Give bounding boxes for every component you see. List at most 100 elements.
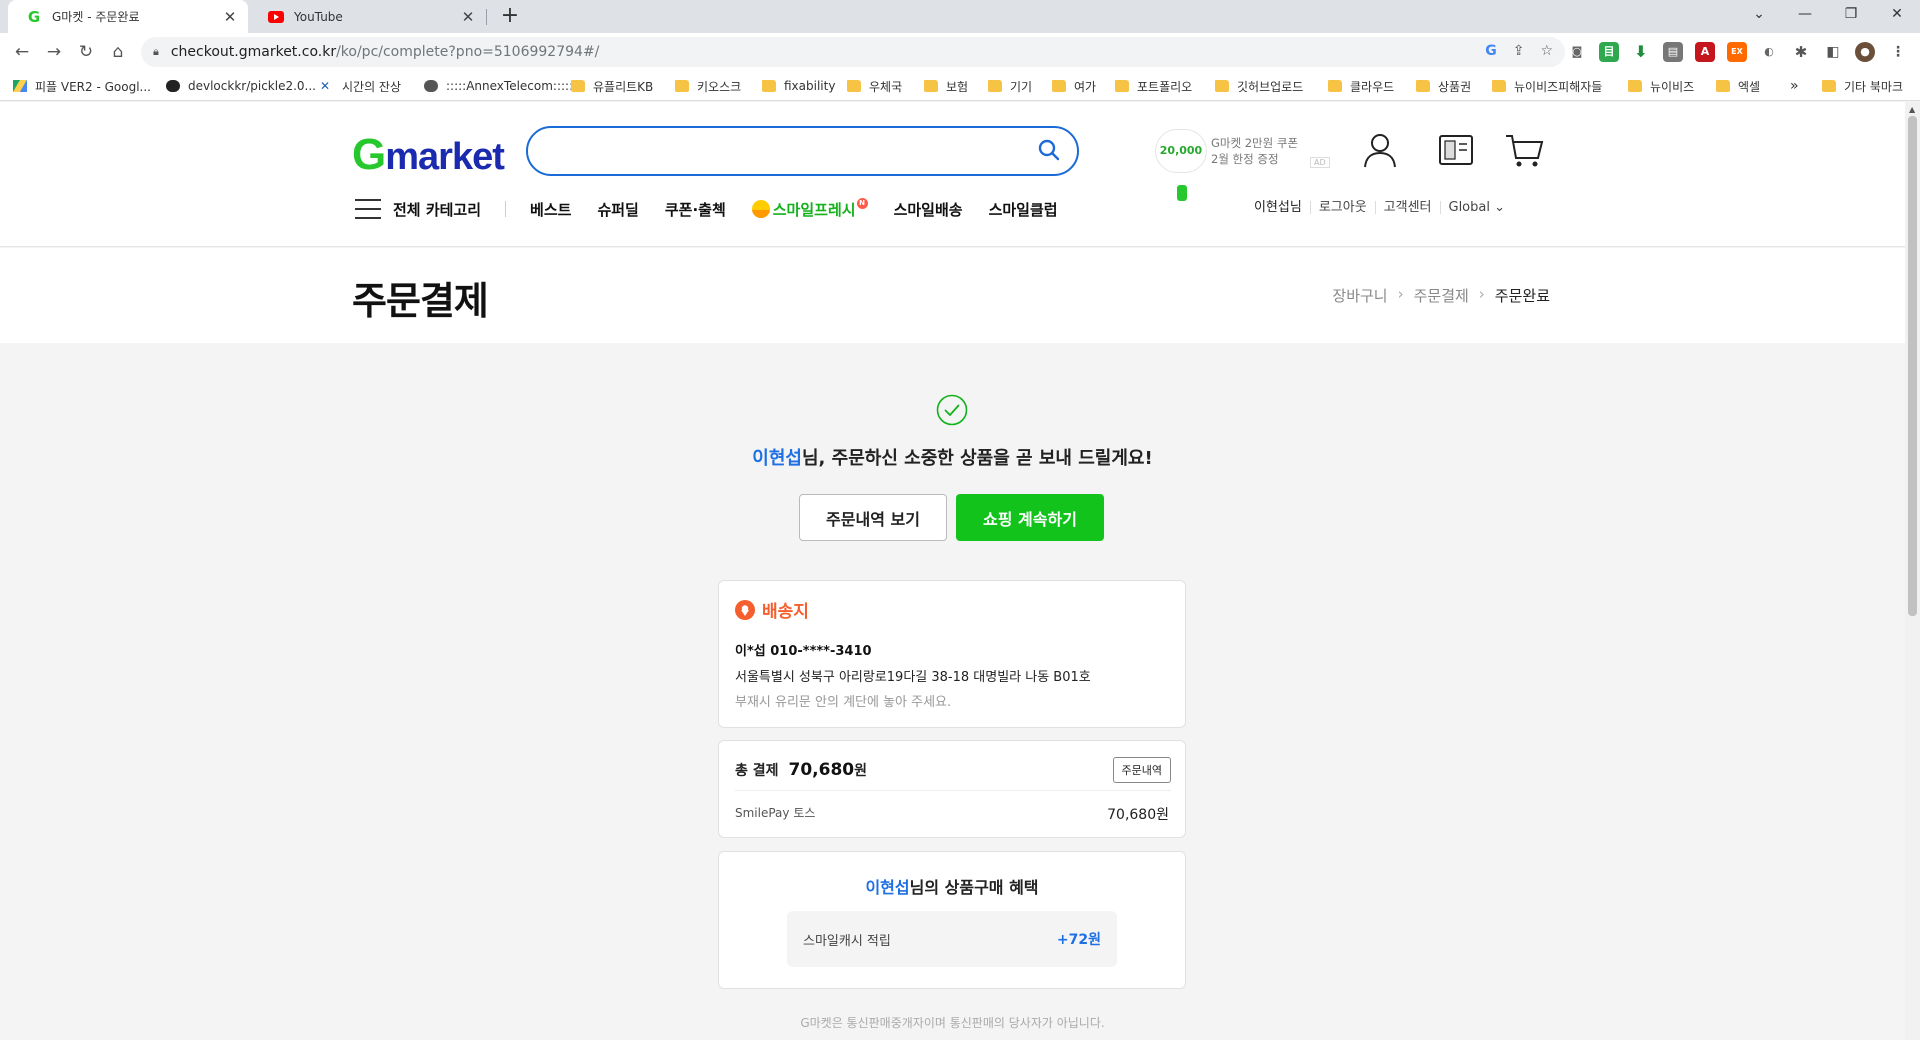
continue-shopping-button[interactable]: 쇼핑 계속하기 (956, 494, 1104, 541)
bookmark-item[interactable]: devlockkr/pickle2.0... (166, 77, 316, 95)
folder-icon (571, 80, 585, 92)
bookmark-folder[interactable]: fixability (762, 77, 835, 95)
camera-extension-icon[interactable]: ◙ (1567, 42, 1587, 62)
folder-icon (1052, 80, 1066, 92)
location-pin-icon (735, 599, 755, 620)
search-input[interactable] (526, 126, 1079, 176)
bookmark-item[interactable]: ✕ 시간의 잔상 (320, 77, 401, 95)
user-name-link[interactable]: 이현섭님 (1246, 201, 1310, 214)
search-icon[interactable] (1037, 138, 1061, 162)
cart-icon[interactable] (1504, 130, 1544, 170)
nav-best[interactable]: 베스트 (530, 199, 571, 220)
recipient-info: 이*섭 010-****-3410 (735, 644, 872, 659)
download-extension-icon[interactable]: ⬇ (1631, 42, 1651, 62)
folder-icon (1492, 80, 1506, 92)
profile-avatar-icon[interactable]: ● (1855, 42, 1875, 62)
reload-icon[interactable]: ↻ (72, 38, 100, 66)
back-arrow-icon[interactable]: ← (8, 38, 36, 66)
circle-extension-icon[interactable]: ◐ (1759, 42, 1779, 62)
bookmark-item[interactable]: 피플 VER2 - Googl... (13, 77, 151, 95)
lock-icon: 🔒︎ (153, 45, 159, 58)
folder-icon (1716, 80, 1730, 92)
currency-unit: 원 (854, 763, 868, 779)
nav-superdeal[interactable]: 슈퍼딜 (597, 199, 638, 220)
folder-icon (1822, 80, 1836, 92)
puzzle-extensions-icon[interactable]: ✱ (1791, 42, 1811, 62)
forward-arrow-icon[interactable]: → (40, 38, 68, 66)
google-translate-icon[interactable]: G (1485, 43, 1497, 59)
bookmark-folder[interactable]: 뉴이비즈 (1628, 77, 1694, 95)
nav-smile-delivery[interactable]: 스마일배송 (894, 199, 963, 220)
bookmark-folder[interactable]: 포트폴리오 (1115, 77, 1192, 95)
bookmark-folder[interactable]: 엑셀 (1716, 77, 1760, 95)
order-details-button[interactable]: 주문내역 (1112, 757, 1171, 783)
site-header: Gmarket 20,000 G마켓 2만원 쿠폰 2월 한정 증정 AD 전체 … (0, 102, 1905, 247)
page-scrollbar[interactable]: ▲ (1905, 102, 1920, 1040)
other-bookmarks-folder[interactable]: 기타 북마크 (1822, 77, 1903, 95)
bookmark-folder[interactable]: 보험 (924, 77, 968, 95)
hamburger-menu-icon[interactable] (355, 199, 381, 219)
tab-gmarket[interactable]: G G마켓 - 주문완료 ✕ (8, 0, 248, 33)
bookmark-folder[interactable]: 유플리트KB (571, 77, 653, 95)
save-extension-icon[interactable]: ▤ (1663, 42, 1683, 62)
payment-summary-card: 총 결제 70,680 원 주문내역 SmilePay 토스 70,680원 (718, 740, 1186, 838)
minimize-icon[interactable]: — (1782, 0, 1828, 30)
view-order-history-button[interactable]: 주문내역 보기 (799, 494, 947, 541)
bookmark-folder[interactable]: 클라우드 (1328, 77, 1394, 95)
ex-extension-icon[interactable]: EX (1727, 42, 1747, 62)
share-icon[interactable]: ⇪ (1513, 43, 1525, 59)
bookmark-folder[interactable]: 우체국 (847, 77, 902, 95)
address-bar[interactable]: 🔒︎ checkout.gmarket.co.kr/ko/pc/complete… (141, 37, 1565, 67)
home-icon[interactable]: ⌂ (104, 38, 132, 66)
bookmark-item[interactable]: :::::AnnexTelecom::::: (424, 77, 573, 95)
folder-icon (1328, 80, 1342, 92)
close-tab-icon[interactable]: ✕ (460, 8, 476, 26)
recent-items-icon[interactable] (1436, 130, 1476, 170)
scroll-up-arrow-icon[interactable]: ▲ (1909, 105, 1915, 114)
tab-youtube[interactable]: YouTube ✕ (250, 0, 486, 33)
bookmark-star-icon[interactable]: ☆ (1540, 43, 1553, 59)
shipping-title: 배송지 (734, 597, 809, 622)
sheets-extension-icon[interactable]: 目 (1599, 42, 1619, 62)
coupon-promo-banner[interactable]: 20,000 G마켓 2만원 쿠폰 2월 한정 증정 AD (1155, 127, 1330, 201)
all-categories-button[interactable]: 전체 카테고리 (393, 199, 481, 220)
nav-coupon[interactable]: 쿠폰·출첵 (665, 199, 726, 220)
promo-line1: G마켓 2만원 쿠폰 (1211, 136, 1299, 150)
close-window-icon[interactable]: ✕ (1874, 0, 1920, 30)
browser-tab-strip: G G마켓 - 주문완료 ✕ YouTube ✕ + ⌄ — ❐ ✕ (0, 0, 1920, 33)
chevron-right-icon: › (1478, 285, 1485, 303)
restore-icon[interactable]: ❐ (1828, 0, 1874, 30)
close-tab-icon[interactable]: ✕ (222, 8, 238, 26)
google-drive-icon (13, 80, 27, 92)
logout-link[interactable]: 로그아웃 (1309, 201, 1375, 214)
nav-smile-club[interactable]: 스마일클럽 (989, 199, 1058, 220)
gmarket-logo[interactable]: Gmarket (352, 130, 505, 180)
complete-actions: 주문내역 보기 쇼핑 계속하기 (799, 494, 1104, 541)
bookmark-folder[interactable]: 기기 (988, 77, 1032, 95)
global-navigation: 전체 카테고리 베스트 슈퍼딜 쿠폰·출첵 스마일프레시 N 스마일배송 스마일… (355, 197, 1084, 221)
pdf-extension-icon[interactable]: A (1695, 42, 1715, 62)
more-bookmarks-chevron[interactable]: » (1790, 77, 1799, 95)
menu-kebab-icon[interactable]: ⋮ (1888, 42, 1908, 62)
side-panel-icon[interactable]: ◧ (1823, 42, 1843, 62)
tab-title: G마켓 - 주문완료 (52, 10, 140, 24)
global-dropdown[interactable]: Global ⌄ (1439, 201, 1514, 214)
my-page-user-icon[interactable] (1360, 130, 1400, 170)
bookmark-folder[interactable]: 여가 (1052, 77, 1096, 95)
folder-icon (1115, 80, 1129, 92)
coupon-coin-icon: 20,000 (1155, 129, 1207, 201)
payment-method: SmilePay 토스 (735, 806, 816, 820)
new-tab-plus-icon[interactable]: + (497, 4, 523, 30)
breadcrumb: 장바구니 › 주문결제 › 주문완료 (1332, 285, 1550, 306)
chevron-right-icon: › (1397, 285, 1404, 303)
tab-search-chevron-icon[interactable]: ⌄ (1736, 0, 1782, 30)
nav-smile-fresh[interactable]: 스마일프레시 N (751, 197, 868, 220)
breadcrumb-cart: 장바구니 (1332, 287, 1388, 305)
customer-center-link[interactable]: 고객센터 (1374, 201, 1440, 214)
bookmark-folder[interactable]: 뉴이비즈피해자들 (1492, 77, 1602, 95)
scrollbar-thumb[interactable] (1908, 116, 1917, 616)
bookmark-folder[interactable]: 키오스크 (675, 77, 741, 95)
breadcrumb-complete: 주문완료 (1494, 287, 1550, 305)
bookmark-folder[interactable]: 깃허브업로드 (1215, 77, 1303, 95)
bookmark-folder[interactable]: 상품권 (1416, 77, 1471, 95)
